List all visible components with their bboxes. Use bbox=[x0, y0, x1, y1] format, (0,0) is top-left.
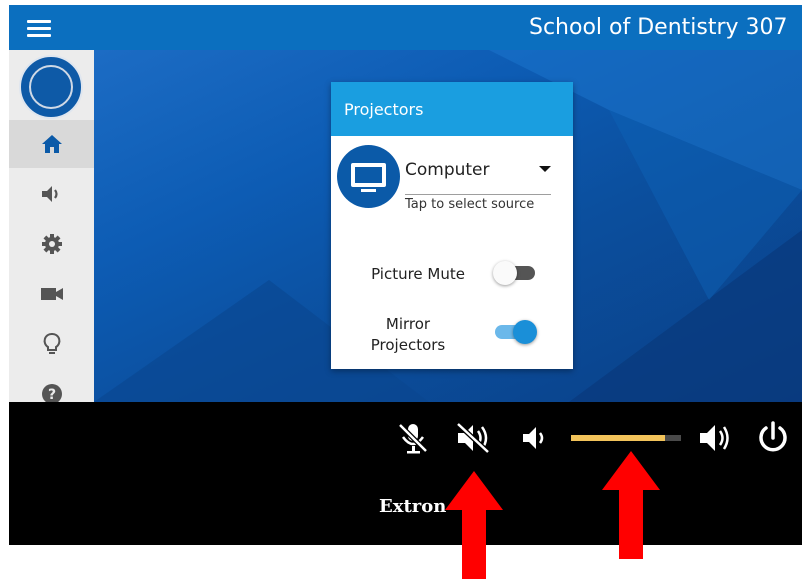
sidebar-item-settings[interactable] bbox=[9, 220, 94, 268]
projectors-card: Projectors Computer Tap to select source… bbox=[331, 82, 573, 369]
gear-icon bbox=[41, 234, 62, 254]
extron-brand-logo: Extron bbox=[379, 496, 447, 517]
chevron-down-icon bbox=[539, 166, 551, 172]
power-icon[interactable] bbox=[755, 420, 791, 456]
home-icon bbox=[41, 135, 62, 153]
mirror-label-line1: Mirror bbox=[385, 315, 431, 333]
source-icon-badge bbox=[337, 145, 400, 208]
sidebar-item-audio[interactable] bbox=[9, 170, 94, 218]
svg-text:?: ? bbox=[47, 387, 55, 403]
mic-mute-icon[interactable] bbox=[396, 421, 430, 455]
speaker-icon bbox=[41, 186, 58, 202]
hamburger-menu-icon[interactable] bbox=[21, 13, 57, 43]
card-header: Projectors bbox=[331, 82, 573, 136]
university-seal bbox=[19, 55, 83, 119]
volume-down-icon[interactable] bbox=[520, 423, 550, 453]
room-title: School of Dentistry 307 bbox=[529, 15, 788, 40]
sidebar-item-camera[interactable] bbox=[9, 270, 94, 318]
mirror-projectors-toggle[interactable] bbox=[493, 319, 537, 345]
volume-slider-fill bbox=[571, 435, 665, 441]
picture-mute-toggle[interactable] bbox=[493, 260, 537, 286]
volume-slider[interactable] bbox=[571, 435, 681, 441]
source-select[interactable]: Computer bbox=[405, 160, 551, 195]
picture-mute-label: Picture Mute bbox=[371, 265, 465, 283]
source-selected-value: Computer bbox=[405, 160, 490, 180]
speaker-mute-icon[interactable] bbox=[454, 421, 494, 455]
volume-up-icon[interactable] bbox=[697, 421, 733, 455]
red-arrow-annotation-volume bbox=[602, 451, 660, 559]
touch-panel: School of Dentistry 307 ? Projectors Com… bbox=[9, 5, 802, 545]
top-bar: School of Dentistry 307 bbox=[9, 5, 802, 50]
source-help-text: Tap to select source bbox=[405, 197, 535, 212]
monitor-icon bbox=[351, 163, 386, 192]
mirror-projectors-label: Mirror Projectors bbox=[351, 315, 465, 354]
sidebar-item-lighting[interactable] bbox=[9, 320, 94, 368]
lightbulb-icon bbox=[43, 333, 60, 354]
mirror-label-line2: Projectors bbox=[370, 336, 446, 354]
sidebar-item-home[interactable] bbox=[9, 120, 94, 168]
video-camera-icon bbox=[40, 288, 63, 300]
card-title: Projectors bbox=[344, 100, 424, 119]
red-arrow-annotation-mute bbox=[445, 471, 503, 579]
